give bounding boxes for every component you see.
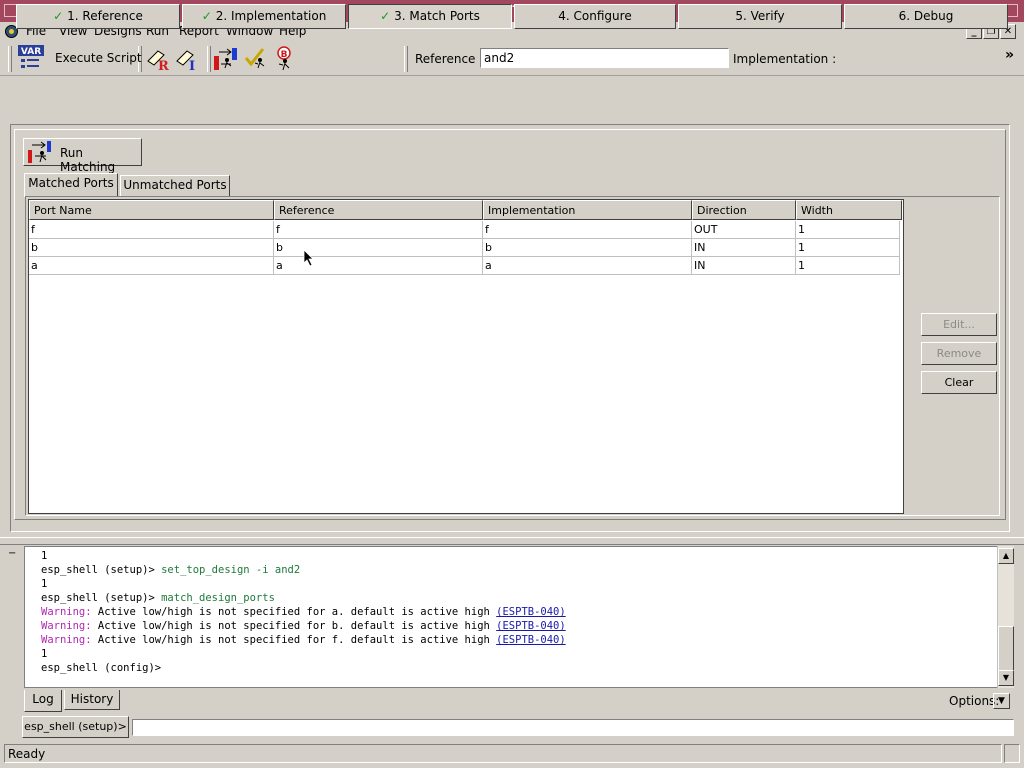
step-debug[interactable]: 6. Debug (844, 4, 1008, 29)
status-bar: Ready (4, 744, 1002, 763)
reference-input[interactable] (480, 48, 729, 68)
log-prompt: esp_shell (setup)> (41, 592, 162, 604)
cell-direction[interactable]: IN (692, 257, 796, 275)
warning-link[interactable]: (ESPTB-040) (496, 606, 566, 618)
command-input[interactable] (132, 719, 1014, 736)
cell-direction[interactable]: OUT (692, 221, 796, 239)
match-ports-icon[interactable] (213, 46, 239, 72)
log-line: esp_shell (setup)> set_top_design -i and… (41, 564, 300, 576)
column-header-width[interactable]: Width (796, 200, 902, 220)
scroll-thumb[interactable] (998, 626, 1014, 672)
log-command: match_design_ports (161, 592, 275, 604)
scroll-down-icon[interactable]: ▼ (998, 670, 1014, 686)
warning-link[interactable]: (ESPTB-040) (496, 620, 566, 632)
tab-log[interactable]: Log (24, 690, 62, 712)
toolbar-grip[interactable] (8, 46, 12, 72)
warning-label: Warning: (41, 620, 92, 632)
log-line: 1 (41, 578, 48, 590)
warning-text: Active low/high is not specified for a. … (91, 606, 497, 618)
options-dropdown-icon[interactable]: ▼ (993, 693, 1010, 709)
cell-port-name[interactable]: b (29, 239, 274, 257)
edit-button[interactable]: Edit... (921, 313, 997, 336)
warning-text: Active low/high is not specified for b. … (91, 620, 497, 632)
svg-text:VAR: VAR (21, 47, 41, 57)
warning-label: Warning: (41, 634, 92, 646)
log-warning: Warning: Active low/high is not specifie… (41, 634, 566, 646)
clear-button[interactable]: Clear (921, 371, 997, 394)
toolbar-grip[interactable] (404, 46, 408, 72)
options-label: Options: (949, 694, 1000, 708)
step-label: 4. Configure (558, 9, 632, 23)
collapse-icon[interactable]: − (8, 548, 16, 559)
run-matching-icon (28, 141, 51, 163)
column-header-implementation[interactable]: Implementation (483, 200, 692, 220)
cell-width[interactable]: 1 (796, 239, 900, 257)
execute-script-button[interactable]: Execute Script (55, 51, 142, 65)
check-icon: ✓ (53, 9, 64, 23)
status-indicator (1004, 744, 1020, 763)
log-line: esp_shell (config)> (41, 662, 162, 674)
svg-text:B: B (281, 50, 288, 60)
check-icon: ✓ (201, 9, 212, 23)
run-matching-label: Run Matching (60, 146, 116, 174)
step-label: 5. Verify (735, 9, 785, 23)
log-scrollbar[interactable]: ▲ ▼ (997, 546, 1014, 688)
cell-implementation[interactable]: b (483, 239, 692, 257)
debug-icon[interactable]: B (273, 46, 299, 72)
step-configure[interactable]: 4. Configure (514, 4, 676, 29)
log-warning: Warning: Active low/high is not specifie… (41, 620, 566, 632)
warning-label: Warning: (41, 606, 92, 618)
step-label: 6. Debug (898, 9, 954, 23)
cell-direction[interactable]: IN (692, 239, 796, 257)
svg-text:I: I (189, 59, 195, 71)
implementation-read-icon[interactable]: I (175, 47, 199, 71)
step-implementation[interactable]: ✓ 2. Implementation (182, 4, 346, 29)
step-label: 2. Implementation (215, 9, 327, 23)
cell-port-name[interactable]: a (29, 257, 274, 275)
tab-matched-ports[interactable]: Matched Ports (24, 173, 118, 197)
log-warning: Warning: Active low/high is not specifie… (41, 606, 566, 618)
cell-width[interactable]: 1 (796, 221, 900, 239)
reference-read-icon[interactable]: R (146, 47, 170, 71)
toolbar-overflow-icon[interactable]: » (1005, 47, 1014, 63)
status-text: Ready (8, 747, 46, 761)
column-header-direction[interactable]: Direction (692, 200, 796, 220)
tab-history[interactable]: History (64, 690, 120, 710)
scroll-up-icon[interactable]: ▲ (998, 548, 1014, 564)
step-label: 1. Reference (67, 9, 143, 23)
run-matching-button[interactable]: Run Matching (23, 138, 142, 174)
step-verify[interactable]: 5. Verify (678, 4, 842, 29)
cell-width[interactable]: 1 (796, 257, 900, 275)
warning-text: Active low/high is not specified for f. … (91, 634, 497, 646)
cell-implementation[interactable]: f (483, 221, 692, 239)
log-line: esp_shell (setup)> match_design_ports (41, 592, 275, 604)
step-reference[interactable]: ✓ 1. Reference (16, 4, 180, 29)
log-command: set_top_design -i and2 (161, 564, 301, 576)
log-prompt: esp_shell (setup)> (41, 564, 162, 576)
log-console[interactable]: 1 esp_shell (setup)> set_top_design -i a… (24, 546, 998, 688)
verify-icon[interactable] (243, 46, 269, 72)
reference-label: Reference : (415, 52, 484, 66)
check-icon: ✓ (380, 9, 391, 23)
cell-reference[interactable]: f (274, 221, 483, 239)
cell-implementation[interactable]: a (483, 257, 692, 275)
column-header-port-name[interactable]: Port Name (29, 200, 274, 220)
remove-button[interactable]: Remove (921, 342, 997, 365)
log-line: 1 (41, 550, 48, 562)
shell-prompt-button[interactable]: esp_shell (setup)> (22, 716, 129, 738)
execute-script-icon[interactable]: VAR (18, 45, 44, 71)
implementation-label: Implementation : (733, 52, 837, 66)
tab-unmatched-ports[interactable]: Unmatched Ports (120, 175, 230, 196)
log-line: 1 (41, 648, 48, 660)
svg-text:R: R (158, 59, 169, 71)
warning-link[interactable]: (ESPTB-040) (496, 634, 566, 646)
toolbar-separator (207, 46, 211, 72)
mouse-cursor-icon (303, 249, 314, 267)
step-label: 3. Match Ports (394, 9, 480, 23)
panel-splitter[interactable] (0, 537, 1024, 545)
cell-port-name[interactable]: f (29, 221, 274, 239)
column-header-reference[interactable]: Reference (274, 200, 483, 220)
step-match-ports[interactable]: ✓ 3. Match Ports (348, 4, 512, 29)
